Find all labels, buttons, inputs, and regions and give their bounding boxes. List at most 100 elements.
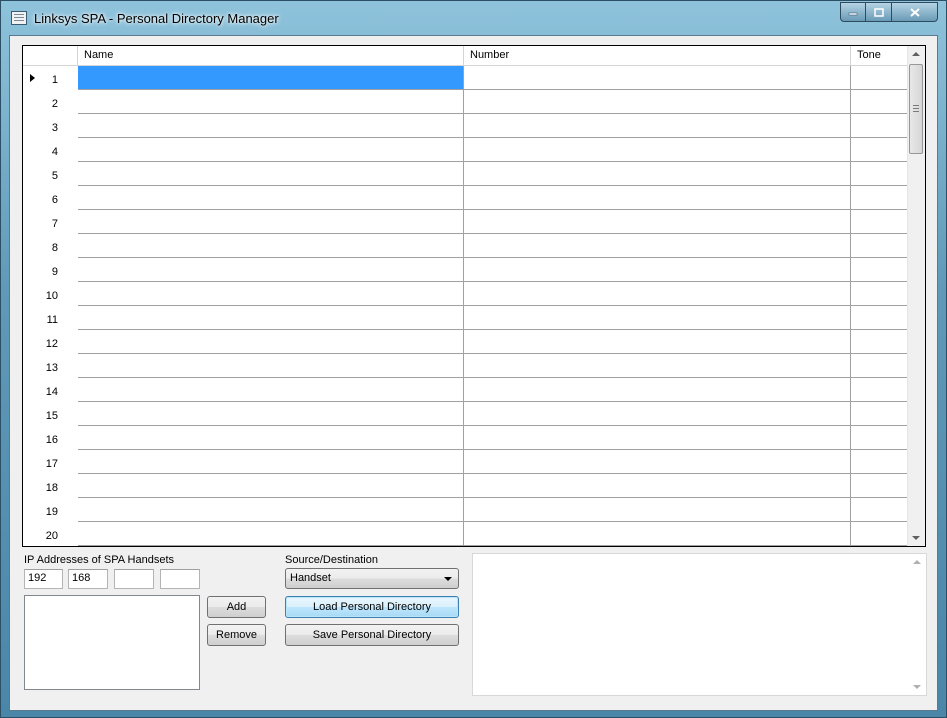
row-header[interactable]: 9 <box>23 258 78 282</box>
cell-tone[interactable] <box>851 138 909 162</box>
table-row[interactable]: 4 <box>23 138 909 162</box>
table-row[interactable]: 11 <box>23 306 909 330</box>
cell-name[interactable] <box>78 210 464 234</box>
cell-tone[interactable] <box>851 378 909 402</box>
table-row[interactable]: 10 <box>23 282 909 306</box>
row-header[interactable]: 6 <box>23 186 78 210</box>
cell-number[interactable] <box>464 450 851 474</box>
table-row[interactable]: 1 <box>23 66 909 90</box>
cell-name[interactable] <box>78 426 464 450</box>
cell-tone[interactable] <box>851 66 909 90</box>
cell-tone[interactable] <box>851 90 909 114</box>
cell-name[interactable] <box>78 402 464 426</box>
minimize-button[interactable] <box>840 2 866 22</box>
scroll-down-icon[interactable] <box>913 685 921 689</box>
table-row[interactable]: 5 <box>23 162 909 186</box>
table-row[interactable]: 2 <box>23 90 909 114</box>
cell-name[interactable] <box>78 66 464 90</box>
cell-number[interactable] <box>464 330 851 354</box>
cell-name[interactable] <box>78 162 464 186</box>
handsets-list[interactable] <box>24 595 200 690</box>
table-row[interactable]: 19 <box>23 498 909 522</box>
cell-number[interactable] <box>464 66 851 90</box>
ip-octet-4[interactable] <box>160 569 200 589</box>
table-row[interactable]: 13 <box>23 354 909 378</box>
cell-number[interactable] <box>464 522 851 546</box>
row-header[interactable]: 2 <box>23 90 78 114</box>
cell-name[interactable] <box>78 138 464 162</box>
cell-number[interactable] <box>464 426 851 450</box>
row-header[interactable]: 15 <box>23 402 78 426</box>
cell-tone[interactable] <box>851 354 909 378</box>
cell-name[interactable] <box>78 282 464 306</box>
row-header[interactable]: 11 <box>23 306 78 330</box>
load-directory-button[interactable]: Load Personal Directory <box>285 596 459 618</box>
scroll-up-icon[interactable] <box>913 560 921 564</box>
cell-name[interactable] <box>78 234 464 258</box>
cell-tone[interactable] <box>851 306 909 330</box>
cell-number[interactable] <box>464 186 851 210</box>
cell-name[interactable] <box>78 378 464 402</box>
table-row[interactable]: 3 <box>23 114 909 138</box>
cell-tone[interactable] <box>851 114 909 138</box>
table-row[interactable]: 7 <box>23 210 909 234</box>
grid-vertical-scrollbar[interactable] <box>907 46 925 546</box>
cell-name[interactable] <box>78 522 464 546</box>
close-button[interactable] <box>892 2 938 22</box>
cell-number[interactable] <box>464 138 851 162</box>
column-header-tone[interactable]: Tone <box>851 46 909 66</box>
cell-name[interactable] <box>78 114 464 138</box>
row-header[interactable]: 4 <box>23 138 78 162</box>
app-icon[interactable] <box>11 11 27 25</box>
table-row[interactable]: 9 <box>23 258 909 282</box>
cell-number[interactable] <box>464 474 851 498</box>
cell-tone[interactable] <box>851 162 909 186</box>
row-header[interactable]: 17 <box>23 450 78 474</box>
row-header[interactable]: 20 <box>23 522 78 546</box>
cell-tone[interactable] <box>851 498 909 522</box>
cell-name[interactable] <box>78 474 464 498</box>
cell-number[interactable] <box>464 234 851 258</box>
cell-number[interactable] <box>464 114 851 138</box>
cell-number[interactable] <box>464 306 851 330</box>
cell-tone[interactable] <box>851 186 909 210</box>
table-row[interactable]: 18 <box>23 474 909 498</box>
cell-tone[interactable] <box>851 474 909 498</box>
cell-tone[interactable] <box>851 282 909 306</box>
cell-number[interactable] <box>464 258 851 282</box>
table-row[interactable]: 17 <box>23 450 909 474</box>
title-bar[interactable]: Linksys SPA - Personal Directory Manager <box>1 1 946 35</box>
cell-tone[interactable] <box>851 258 909 282</box>
cell-number[interactable] <box>464 402 851 426</box>
output-vertical-scrollbar[interactable] <box>909 554 926 695</box>
row-header[interactable]: 16 <box>23 426 78 450</box>
cell-name[interactable] <box>78 450 464 474</box>
row-header[interactable]: 5 <box>23 162 78 186</box>
remove-button[interactable]: Remove <box>207 624 266 646</box>
table-row[interactable]: 6 <box>23 186 909 210</box>
cell-name[interactable] <box>78 330 464 354</box>
source-destination-select[interactable]: Handset <box>285 568 459 589</box>
scroll-thumb[interactable] <box>909 64 923 154</box>
column-header-name[interactable]: Name <box>78 46 464 66</box>
row-header[interactable]: 19 <box>23 498 78 522</box>
row-header[interactable]: 10 <box>23 282 78 306</box>
maximize-button[interactable] <box>866 2 892 22</box>
row-header[interactable]: 7 <box>23 210 78 234</box>
table-row[interactable]: 8 <box>23 234 909 258</box>
cell-number[interactable] <box>464 282 851 306</box>
row-header[interactable]: 13 <box>23 354 78 378</box>
cell-name[interactable] <box>78 90 464 114</box>
output-textbox[interactable] <box>472 553 927 696</box>
row-header[interactable]: 18 <box>23 474 78 498</box>
ip-octet-3[interactable] <box>114 569 154 589</box>
row-header[interactable]: 8 <box>23 234 78 258</box>
cell-name[interactable] <box>78 498 464 522</box>
column-header-number[interactable]: Number <box>464 46 851 66</box>
save-directory-button[interactable]: Save Personal Directory <box>285 624 459 646</box>
row-header[interactable]: 12 <box>23 330 78 354</box>
cell-tone[interactable] <box>851 234 909 258</box>
cell-name[interactable] <box>78 306 464 330</box>
table-row[interactable]: 16 <box>23 426 909 450</box>
cell-number[interactable] <box>464 354 851 378</box>
